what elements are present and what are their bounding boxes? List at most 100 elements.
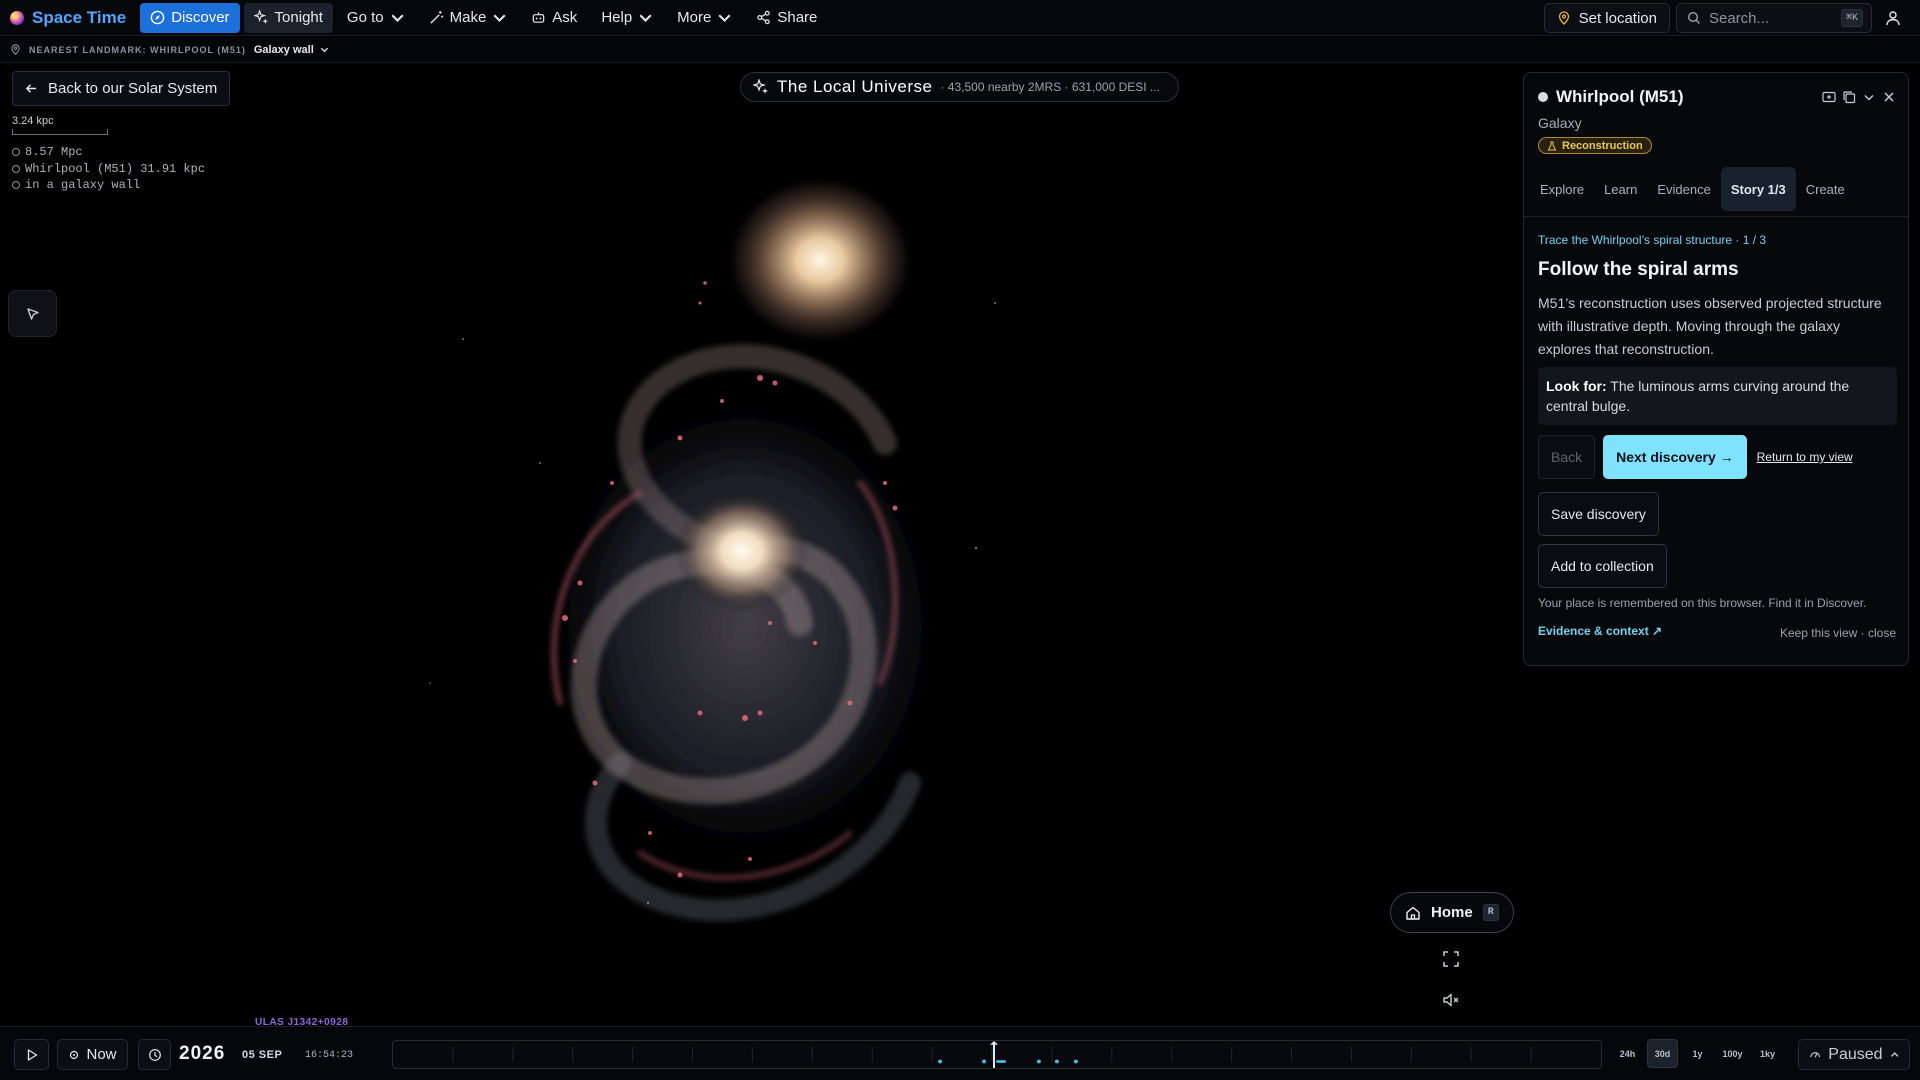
ring-icon — [12, 181, 20, 190]
brand-logo[interactable]: Space Time — [0, 0, 136, 36]
nav-goto-label: Go to — [346, 9, 384, 26]
arrow-left-icon — [25, 84, 37, 93]
home-button[interactable]: Home R — [1390, 892, 1514, 933]
nav-make[interactable]: Make — [419, 3, 518, 33]
top-nav-bar: Space Time Discover Tonight Go to Make A… — [0, 0, 1920, 36]
next-discovery-button[interactable]: Next discovery → — [1603, 435, 1747, 479]
status-dot-icon — [1538, 92, 1548, 102]
range-100y[interactable]: 100y — [1717, 1039, 1748, 1068]
chevron-down-icon — [718, 14, 731, 22]
nav-share-label: Share — [777, 9, 818, 26]
user-account-button[interactable] — [1878, 3, 1908, 33]
robot-icon — [533, 12, 545, 23]
nav-share[interactable]: Share — [746, 3, 827, 33]
add-to-collection-button[interactable]: Add to collection — [1538, 544, 1667, 588]
story-nav-row: Back Next discovery → Return to my view — [1538, 435, 1853, 479]
look-for-callout: Look for: The luminous arms curving arou… — [1538, 367, 1897, 425]
search-shortcut: ⌘K — [1840, 9, 1863, 27]
universe-title-pill[interactable]: The Local Universe · 43,500 nearby 2MRS … — [740, 72, 1179, 102]
nav-ask-label: Ask — [552, 9, 578, 26]
whirlpool-galaxy[interactable] — [429, 175, 996, 922]
nav-tonight[interactable]: Tonight — [243, 2, 333, 33]
scale-label: 3.24 kpc — [12, 115, 54, 127]
distance-readout: 8.57 Mpc Whirlpool (M51) 31.91 kpc in a … — [12, 144, 205, 194]
tab-create[interactable]: Create — [1796, 167, 1855, 211]
timeline-date: 05 SEP — [242, 1049, 283, 1061]
tab-learn[interactable]: Learn — [1594, 167, 1647, 211]
panel-tabs: Explore Learn Evidence Story 1/3 Create — [1530, 167, 1902, 211]
set-location-button[interactable]: Set location — [1543, 3, 1670, 33]
chevron-down-icon[interactable] — [1862, 90, 1876, 104]
mute-icon[interactable] — [1440, 989, 1462, 1011]
keep-view-close-link[interactable]: Keep this view · close — [1780, 626, 1896, 640]
compass-icon — [150, 10, 165, 25]
copy-icon[interactable] — [1842, 90, 1856, 104]
home-shortcut: R — [1482, 904, 1499, 921]
distance-value: 8.57 Mpc — [25, 145, 83, 159]
top-right-controls: Set location Search... ⌘K — [1543, 0, 1920, 36]
ring-icon — [12, 148, 20, 157]
search-input[interactable]: Search... ⌘K — [1676, 3, 1872, 33]
story-back-button[interactable]: Back — [1538, 435, 1596, 479]
play-button[interactable] — [14, 1039, 49, 1070]
badge-label: Reconstruction — [1562, 139, 1643, 152]
back-to-solar-system-button[interactable]: Back to our Solar System — [12, 71, 231, 106]
nav-help[interactable]: Help — [591, 3, 663, 33]
nav-discover[interactable]: Discover — [140, 2, 240, 33]
reconstruction-badge: Reconstruction — [1538, 137, 1652, 154]
chevron-down-icon — [493, 14, 506, 22]
gauge-icon — [1810, 1052, 1821, 1058]
sparkle-icon — [253, 10, 268, 25]
tab-evidence[interactable]: Evidence — [1647, 167, 1720, 211]
back-button-label: Back to our Solar System — [48, 80, 218, 97]
return-to-my-view-link[interactable]: Return to my view — [1757, 450, 1853, 464]
add-to-board-icon[interactable] — [1822, 90, 1836, 104]
sparkle-icon — [753, 79, 768, 94]
home-icon — [1406, 906, 1420, 920]
crosshair-icon — [70, 1050, 79, 1059]
play-icon — [27, 1048, 37, 1061]
scale-line — [12, 129, 108, 135]
fullscreen-icon[interactable] — [1440, 948, 1462, 970]
panel-header: Whirlpool (M51) Galaxy Reconstruction — [1538, 87, 1896, 156]
now-button[interactable]: Now — [57, 1039, 128, 1070]
nav-more[interactable]: More — [667, 3, 742, 33]
story-body: M51’s reconstruction uses observed proje… — [1538, 295, 1882, 357]
ring-icon — [12, 164, 20, 173]
distance-row: Whirlpool (M51) 31.91 kpc — [12, 161, 205, 178]
remember-note: Your place is remembered on this browser… — [1538, 596, 1867, 610]
timeline-track[interactable] — [392, 1040, 1602, 1069]
nav-more-label: More — [677, 9, 712, 26]
select-tool-button[interactable] — [8, 290, 57, 337]
playback-status-button[interactable]: Paused — [1798, 1039, 1910, 1070]
evidence-context-link[interactable]: Evidence & context ↗ — [1538, 624, 1662, 638]
timeline-year: 2026 — [179, 1043, 226, 1064]
scale-bar: 3.24 kpc — [12, 115, 108, 135]
range-30d[interactable]: 30d — [1647, 1039, 1678, 1068]
chevron-up-icon — [1890, 1051, 1899, 1057]
nav-goto[interactable]: Go to — [337, 3, 415, 33]
nav-help-label: Help — [601, 9, 633, 26]
landmark-value: Galaxy wall — [253, 43, 314, 56]
range-1ky[interactable]: 1ky — [1752, 1039, 1783, 1068]
playback-status: Paused — [1828, 1045, 1883, 1063]
nav-tonight-label: Tonight — [274, 9, 323, 26]
nav-ask[interactable]: Ask — [521, 3, 587, 33]
range-24h[interactable]: 24h — [1612, 1039, 1643, 1068]
search-placeholder: Search... — [1709, 9, 1770, 27]
range-1y[interactable]: 1y — [1682, 1039, 1713, 1068]
distance-value: Whirlpool (M51) 31.91 kpc — [25, 161, 206, 176]
landmark-dropdown[interactable]: Galaxy wall — [254, 44, 329, 56]
brand-icon — [10, 10, 24, 25]
save-discovery-button[interactable]: Save discovery — [1538, 492, 1659, 536]
close-icon[interactable] — [1882, 90, 1896, 104]
tab-explore[interactable]: Explore — [1530, 167, 1594, 211]
galaxy-core — [674, 491, 810, 611]
timeline-bar: Now 2026 05 SEP 16:54:23 24h 30d 1y 100y… — [0, 1026, 1920, 1080]
search-icon — [1687, 11, 1700, 24]
user-icon — [1886, 11, 1900, 26]
timeline-clock: 16:54:23 — [305, 1050, 354, 1061]
chevron-down-icon — [391, 14, 404, 22]
history-button[interactable] — [138, 1039, 171, 1070]
tab-story[interactable]: Story 1/3 — [1720, 167, 1796, 211]
